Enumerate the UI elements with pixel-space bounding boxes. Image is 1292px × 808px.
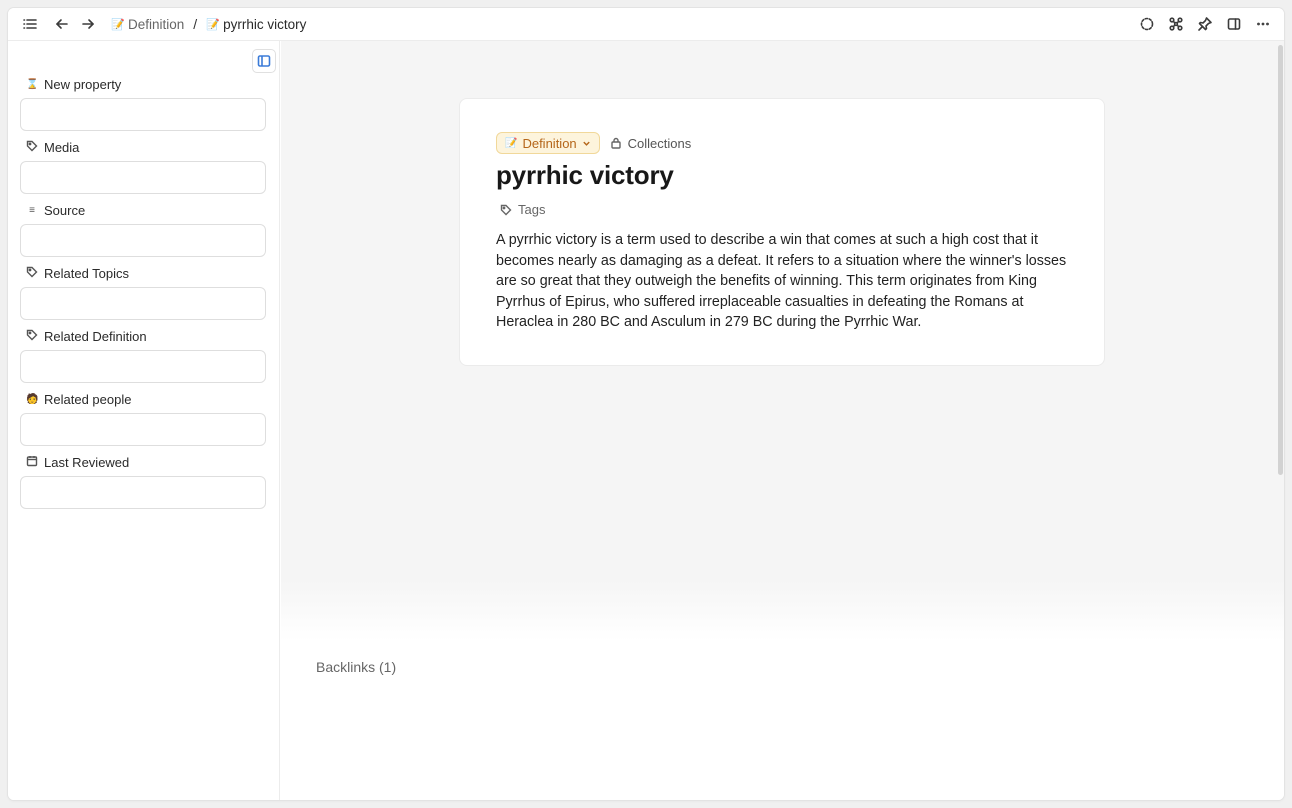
toolbar-right: [1134, 11, 1276, 37]
more-icon[interactable]: [1250, 11, 1276, 37]
properties-sidebar: ⌛ New property Media ≡ Source Related To…: [8, 41, 280, 800]
property-name: Source: [44, 202, 86, 218]
property-name: Related Topics: [44, 265, 130, 281]
property-last-reviewed: Last Reviewed: [20, 453, 266, 509]
pin-icon[interactable]: [1192, 11, 1218, 37]
property-related-topics: Related Topics: [20, 264, 266, 320]
text-lines-icon: ≡: [29, 204, 35, 216]
page-title[interactable]: pyrrhic victory: [496, 160, 674, 191]
sidebar-panel-icon[interactable]: [252, 49, 276, 73]
person-icon: 🧑: [26, 393, 39, 405]
memo-icon: 📝: [111, 18, 125, 31]
scrollbar[interactable]: [1278, 45, 1283, 475]
type-label: Definition: [522, 135, 577, 151]
lock-icon: [610, 137, 621, 149]
property-input[interactable]: [20, 476, 266, 509]
property-input[interactable]: [20, 413, 266, 446]
breadcrumb-item-current[interactable]: 📝 pyrrhic victory: [206, 17, 306, 32]
top-bar: 📝 Definition / 📝 pyrrhic victory: [8, 8, 1284, 41]
document-card: 📝 Definition Collections pyrrhic victory…: [459, 98, 1105, 366]
property-related-people: 🧑 Related people: [20, 390, 266, 446]
breadcrumb-label: pyrrhic victory: [223, 16, 307, 32]
collections-label: Collections: [627, 135, 692, 151]
property-name: Media: [44, 139, 80, 155]
tag-icon: [500, 204, 512, 215]
memo-icon: 📝: [206, 18, 220, 31]
property-new-property: ⌛ New property: [20, 75, 266, 131]
property-input[interactable]: [20, 98, 266, 131]
document-body[interactable]: A pyrrhic victory is a term used to desc…: [496, 230, 1076, 333]
property-label: Related Definition: [20, 327, 266, 345]
property-label: 🧑 Related people: [20, 390, 266, 408]
breadcrumb-separator: /: [193, 16, 198, 32]
tag-icon: [26, 329, 38, 344]
property-input[interactable]: [20, 224, 266, 257]
property-source: ≡ Source: [20, 201, 266, 257]
collections-button[interactable]: Collections: [610, 135, 692, 151]
property-name: Last Reviewed: [44, 454, 130, 470]
breadcrumb-item-definition[interactable]: 📝 Definition: [111, 17, 184, 32]
main-content: 📝 Definition Collections pyrrhic victory…: [281, 41, 1284, 800]
memo-icon: 📝: [505, 137, 518, 149]
tag-icon: [26, 266, 38, 281]
property-media: Media: [20, 138, 266, 194]
tags-label: Tags: [518, 202, 546, 217]
backlinks-header[interactable]: Backlinks (1): [316, 659, 396, 675]
arrow-left-icon[interactable]: [49, 11, 75, 37]
property-label: Last Reviewed: [20, 453, 266, 471]
property-label: Media: [20, 138, 266, 156]
breadcrumb-label: Definition: [128, 16, 185, 32]
chevron-down-icon: [582, 141, 590, 146]
app-window: 📝 Definition / 📝 pyrrhic victory ⌛ New p…: [8, 8, 1284, 800]
hourglass-icon: ⌛: [26, 78, 39, 90]
split-panel-icon[interactable]: [1221, 11, 1247, 37]
type-selector-button[interactable]: 📝 Definition: [496, 132, 600, 154]
property-name: Related Definition: [44, 328, 147, 344]
property-related-definition: Related Definition: [20, 327, 266, 383]
property-label: Related Topics: [20, 264, 266, 282]
loading-dashed-circle-icon[interactable]: [1134, 11, 1160, 37]
property-input[interactable]: [20, 350, 266, 383]
property-label: ⌛ New property: [20, 75, 266, 93]
breadcrumb: 📝 Definition / 📝 pyrrhic victory: [111, 16, 306, 32]
calendar-icon: [26, 455, 38, 470]
property-label: ≡ Source: [20, 201, 266, 219]
property-name: New property: [44, 76, 122, 92]
property-input[interactable]: [20, 287, 266, 320]
document-header-row: 📝 Definition Collections: [496, 132, 691, 154]
graph-nodes-icon[interactable]: [1163, 11, 1189, 37]
property-input[interactable]: [20, 161, 266, 194]
arrow-right-icon[interactable]: [75, 11, 101, 37]
property-name: Related people: [44, 391, 132, 407]
tags-button[interactable]: Tags: [500, 202, 545, 217]
list-icon[interactable]: [17, 11, 43, 37]
tag-icon: [26, 140, 38, 155]
